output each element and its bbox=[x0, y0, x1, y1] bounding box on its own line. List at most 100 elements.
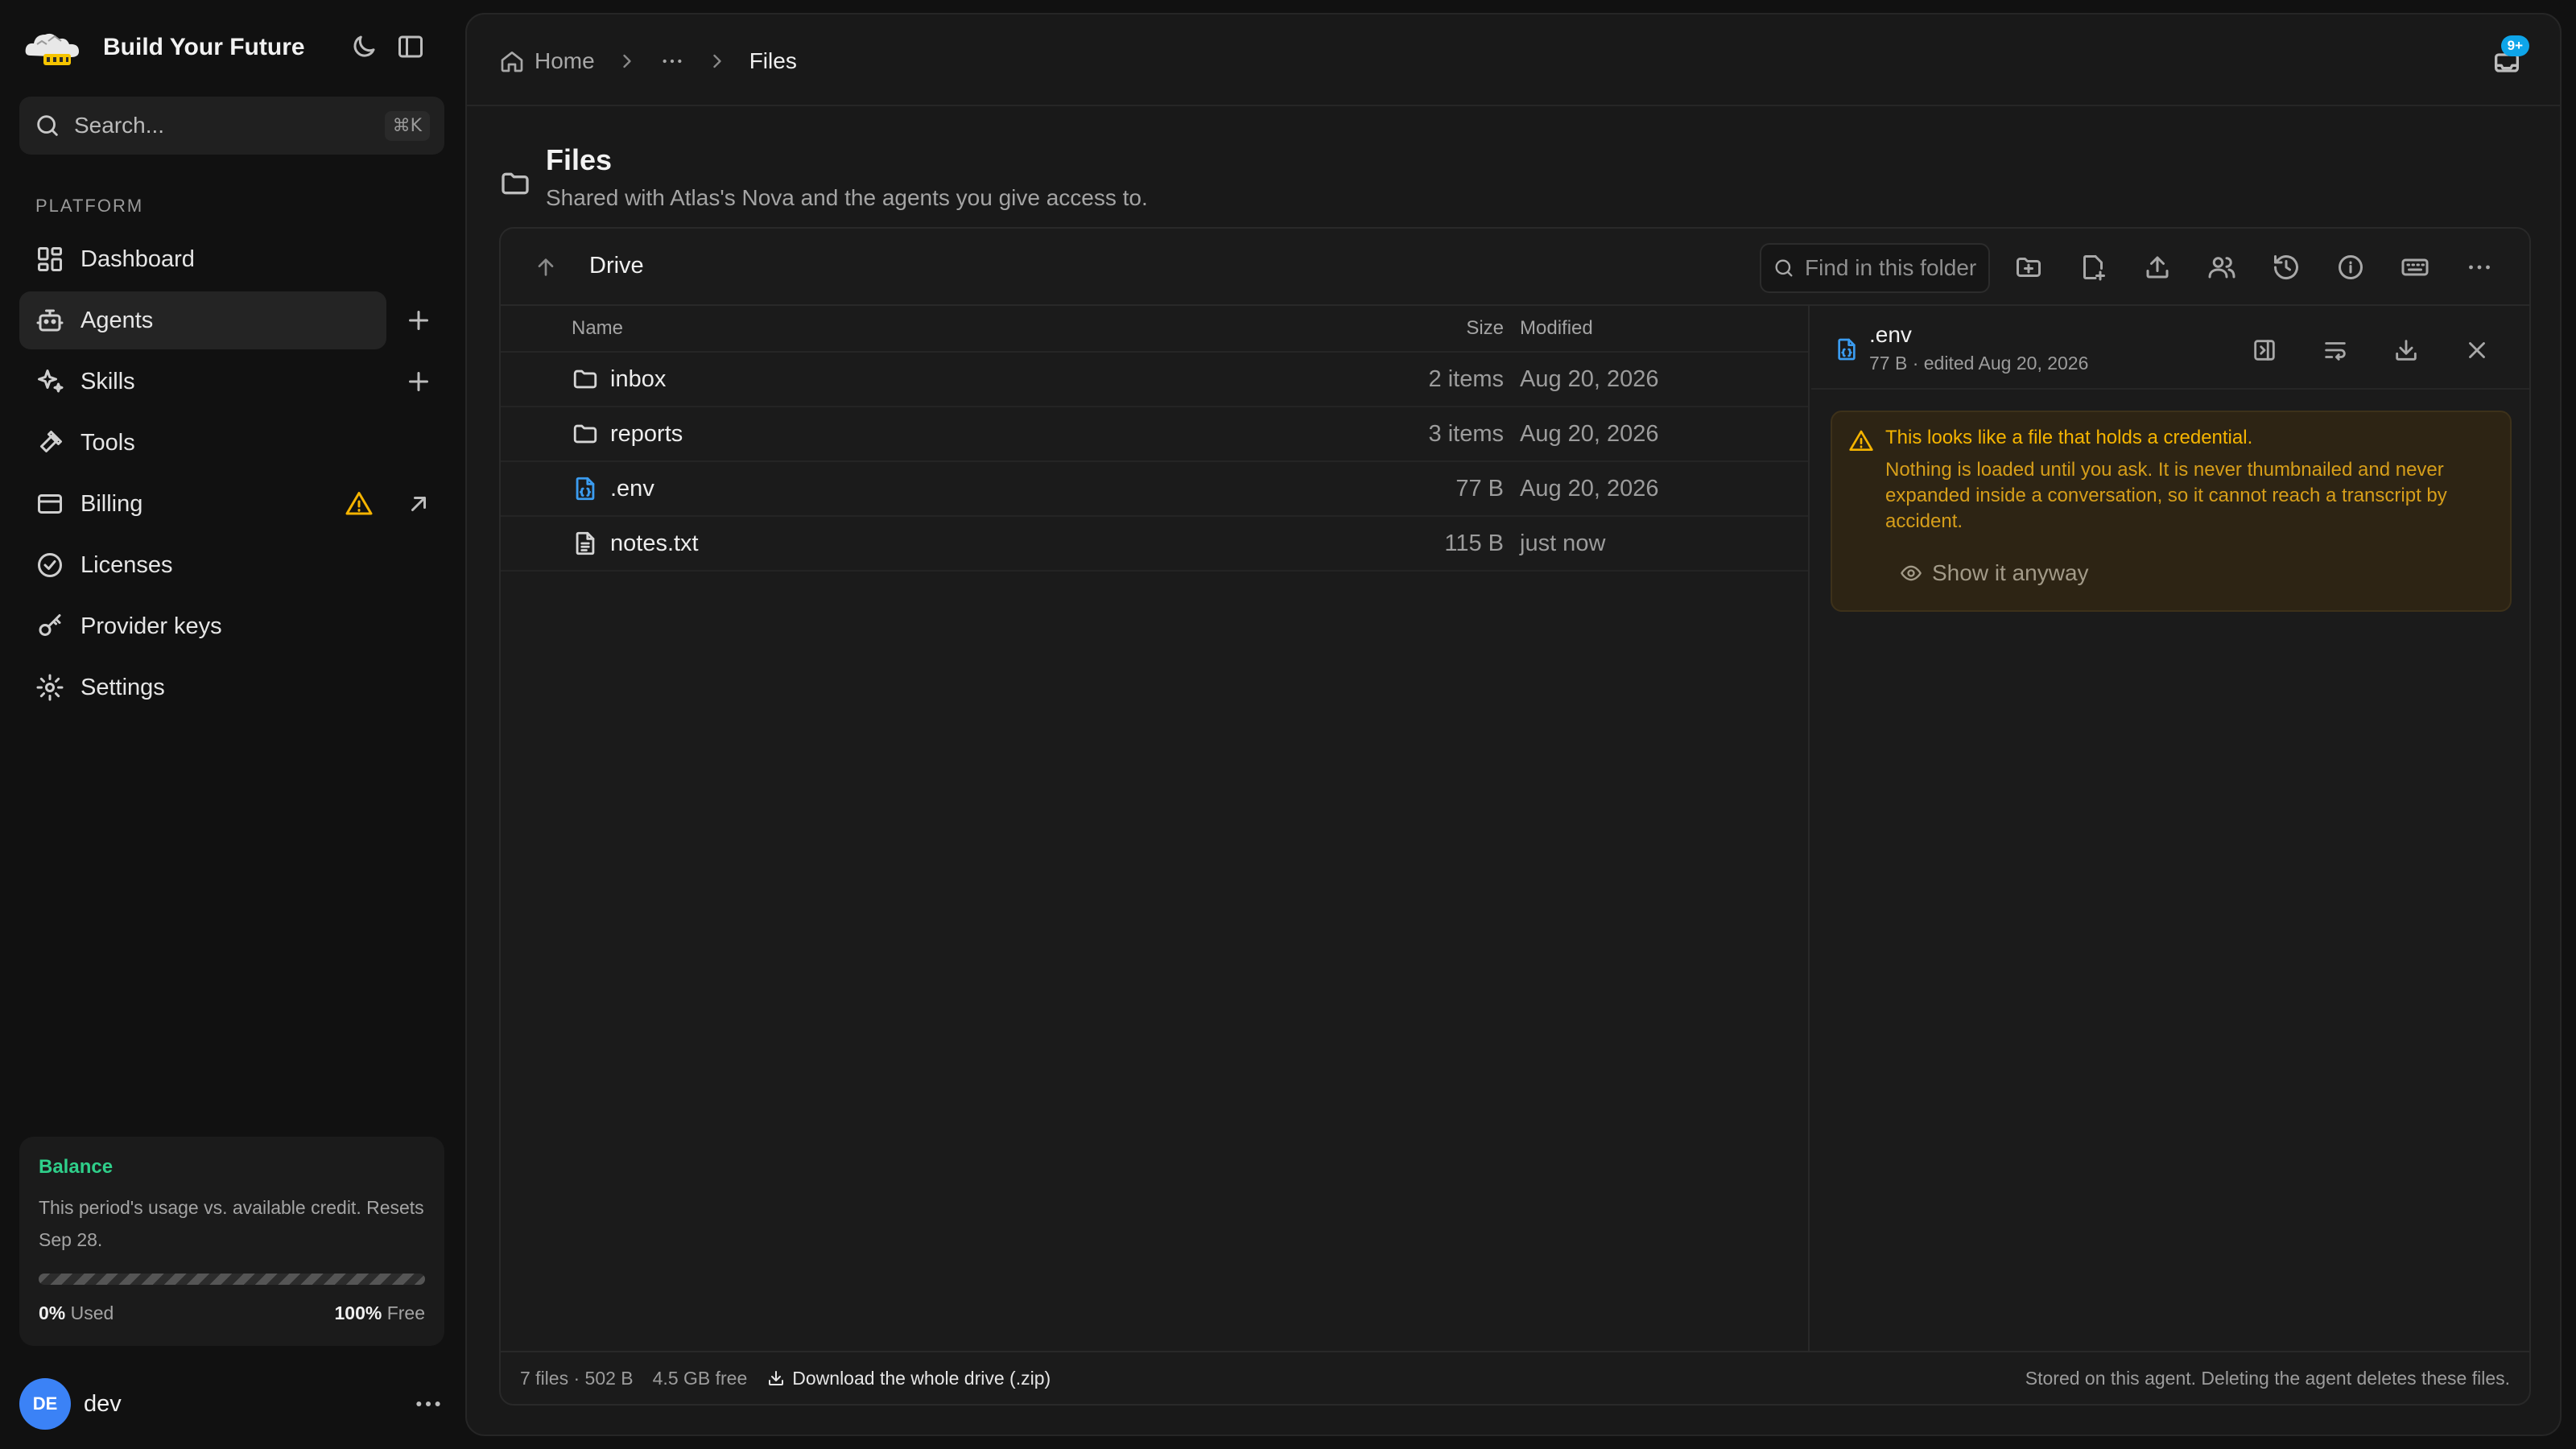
file-modified: Aug 20, 2026 bbox=[1520, 420, 1659, 447]
top-bar: Home Files 9+ bbox=[467, 14, 2560, 106]
info-icon[interactable] bbox=[2336, 253, 2365, 282]
key-icon bbox=[35, 612, 64, 641]
sidebar-toggle-icon[interactable] bbox=[396, 32, 425, 61]
sidebar-item-skills[interactable]: Skills bbox=[19, 353, 386, 411]
sidebar-item-provider-keys[interactable]: Provider keys bbox=[19, 597, 386, 655]
theme-toggle-moon-icon[interactable] bbox=[349, 32, 378, 61]
file-name: .env bbox=[610, 475, 654, 502]
breadcrumb-current: Files bbox=[749, 48, 797, 73]
app-title: Build Your Future bbox=[103, 34, 305, 60]
brand[interactable]: Build Your Future bbox=[19, 21, 305, 74]
table-row[interactable]: notes.txt 115 B just now bbox=[501, 517, 1808, 572]
search-shortcut: ⌘K bbox=[384, 110, 430, 141]
hammer-icon bbox=[35, 428, 64, 457]
download-drive-label: Download the whole drive (.zip) bbox=[792, 1367, 1051, 1389]
open-side-panel-icon[interactable] bbox=[2251, 336, 2278, 364]
file-modified: Aug 20, 2026 bbox=[1520, 475, 1659, 502]
download-drive-link[interactable]: Download the whole drive (.zip) bbox=[766, 1368, 1051, 1389]
balance-progress-bar bbox=[39, 1274, 425, 1285]
sidebar-item-billing[interactable]: Billing bbox=[19, 475, 386, 533]
file-size: 115 B bbox=[1444, 530, 1504, 556]
balance-description: This period's usage vs. available credit… bbox=[39, 1197, 424, 1250]
table-row[interactable]: .env 77 B Aug 20, 2026 bbox=[501, 462, 1808, 517]
page-title: Files bbox=[546, 143, 613, 176]
table-row[interactable]: inbox 2 items Aug 20, 2026 bbox=[501, 353, 1808, 407]
file-size: 77 B bbox=[1455, 475, 1504, 502]
share-users-icon[interactable] bbox=[2207, 253, 2236, 282]
sidebar-item-dashboard[interactable]: Dashboard bbox=[19, 230, 386, 288]
warning-triangle-icon bbox=[1848, 428, 1874, 454]
user-menu[interactable]: DE dev bbox=[19, 1378, 444, 1430]
add-skill-plus-icon[interactable] bbox=[404, 367, 433, 396]
sidebar-item-label: Agents bbox=[80, 307, 154, 333]
sidebar-item-settings[interactable]: Settings bbox=[19, 658, 386, 716]
file-count: 7 files · 502 B bbox=[520, 1367, 634, 1389]
bot-icon bbox=[35, 306, 64, 335]
find-in-folder-input[interactable]: Find in this folder bbox=[1760, 243, 1990, 293]
wrap-text-icon[interactable] bbox=[2322, 336, 2349, 364]
folder-icon bbox=[572, 420, 599, 448]
file-name: notes.txt bbox=[610, 530, 699, 556]
free-space: 4.5 GB free bbox=[652, 1367, 748, 1389]
search-icon bbox=[34, 112, 61, 139]
file-modified: Aug 20, 2026 bbox=[1520, 365, 1659, 392]
dashboard-icon bbox=[35, 245, 64, 274]
sidebar-item-agents[interactable]: Agents bbox=[19, 291, 386, 349]
avatar: DE bbox=[19, 1378, 71, 1430]
search-icon bbox=[1773, 257, 1795, 279]
eye-icon bbox=[1900, 562, 1922, 584]
file-name: inbox bbox=[610, 365, 667, 392]
warning-title: This looks like a file that holds a cred… bbox=[1885, 427, 2253, 448]
storage-note: Stored on this agent. Deleting the agent… bbox=[2025, 1367, 2510, 1389]
download-icon[interactable] bbox=[2392, 336, 2420, 364]
sidebar-item-tools[interactable]: Tools bbox=[19, 414, 386, 472]
sidebar-item-label: Billing bbox=[80, 490, 143, 517]
add-agent-plus-icon[interactable] bbox=[404, 306, 433, 335]
breadcrumb: Home Files bbox=[499, 45, 797, 77]
column-name[interactable]: Name bbox=[572, 306, 623, 351]
close-icon[interactable] bbox=[2463, 336, 2491, 364]
search-placeholder: Search... bbox=[74, 113, 165, 138]
used-label: Used bbox=[70, 1302, 114, 1323]
preview-file-name: .env bbox=[1869, 322, 1912, 347]
file-size: 2 items bbox=[1428, 365, 1504, 392]
upload-icon[interactable] bbox=[2143, 253, 2172, 282]
keyboard-icon[interactable] bbox=[2401, 253, 2429, 282]
sparkles-icon bbox=[35, 367, 64, 396]
column-size[interactable]: Size bbox=[1466, 306, 1504, 351]
balance-card: Balance This period's usage vs. availabl… bbox=[19, 1137, 444, 1346]
column-modified[interactable]: Modified bbox=[1520, 306, 1593, 351]
drive-title: Drive bbox=[589, 253, 644, 279]
page-header: Files Shared with Atlas's Nova and the a… bbox=[499, 143, 1148, 211]
sidebar-item-label: Dashboard bbox=[80, 246, 195, 272]
new-folder-icon[interactable] bbox=[2014, 253, 2043, 282]
sidebar-item-label: Skills bbox=[80, 368, 135, 394]
sidebar: Build Your Future Search... ⌘K PLATFORM … bbox=[0, 0, 460, 1449]
file-modified: just now bbox=[1520, 530, 1606, 556]
drive-footer: 7 files · 502 B 4.5 GB free Download the… bbox=[501, 1351, 2529, 1404]
show-anyway-button[interactable]: Show it anyway bbox=[1900, 555, 2089, 591]
file-name: reports bbox=[610, 420, 683, 447]
chevron-right-icon bbox=[616, 50, 638, 72]
credential-warning: This looks like a file that holds a cred… bbox=[1831, 411, 2512, 612]
search-input[interactable]: Search... ⌘K bbox=[19, 97, 444, 155]
external-link-arrow-icon[interactable] bbox=[404, 489, 433, 518]
badge-check-icon bbox=[35, 551, 64, 580]
notifications-icon[interactable]: 9+ bbox=[2491, 35, 2529, 79]
preview-file-meta: 77 B · edited Aug 20, 2026 bbox=[1869, 353, 2089, 374]
sidebar-item-label: Licenses bbox=[80, 551, 173, 578]
home-icon bbox=[499, 48, 525, 74]
sidebar-item-label: Tools bbox=[80, 429, 135, 456]
history-icon[interactable] bbox=[2272, 253, 2301, 282]
arrow-up-icon[interactable] bbox=[533, 254, 559, 280]
breadcrumb-home[interactable]: Home bbox=[535, 48, 595, 74]
more-horizontal-icon[interactable] bbox=[2465, 253, 2494, 282]
billing-warning-icon bbox=[345, 489, 374, 518]
breadcrumb-ellipsis-icon[interactable] bbox=[659, 48, 685, 74]
more-horizontal-icon[interactable] bbox=[412, 1388, 444, 1420]
sidebar-item-licenses[interactable]: Licenses bbox=[19, 536, 386, 594]
logo bbox=[19, 23, 87, 72]
balance-stats: 0% Used 100% Free bbox=[39, 1302, 425, 1324]
new-file-icon[interactable] bbox=[2079, 253, 2107, 282]
table-row[interactable]: reports 3 items Aug 20, 2026 bbox=[501, 407, 1808, 462]
